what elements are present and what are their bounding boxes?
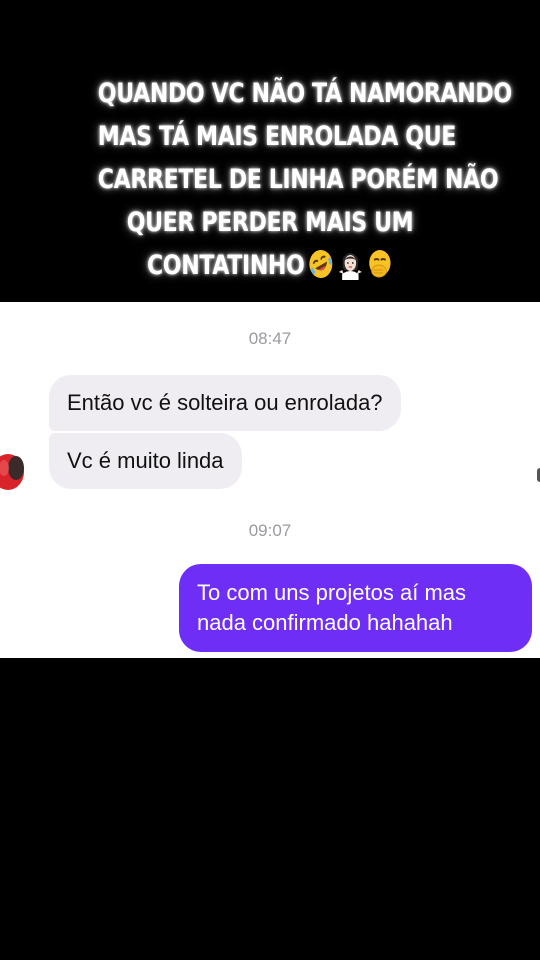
- caption-line: QUANDO VC NÃO TÁ NAMORANDO: [97, 78, 512, 109]
- caption-line: CARRETEL DE LINHA PORÉM NÃO: [97, 164, 499, 195]
- message-timestamp: 09:07: [248, 521, 292, 540]
- sender-avatar[interactable]: [0, 448, 30, 492]
- story-frame: QUANDO VC NÃO TÁ NAMORANDO MAS TÁ MAIS E…: [0, 0, 540, 960]
- caption-line-last: CONTATINHO: [98, 244, 442, 287]
- incoming-message-bubble[interactable]: Vc é muito linda: [49, 433, 242, 489]
- incoming-message-bubble[interactable]: Então vc é solteira ou enrolada?: [49, 375, 401, 431]
- face-with-hand-over-mouth-emoji: [369, 249, 391, 277]
- rolling-on-floor-laughing-emoji: [309, 249, 333, 278]
- caption-line: MAS TÁ MAIS ENROLADA QUE: [97, 121, 457, 152]
- outgoing-message-bubble[interactable]: To com uns projetos aí mas nada confirma…: [179, 564, 532, 652]
- caption-line: QUER PERDER MAIS UM: [126, 207, 414, 238]
- story-caption: QUANDO VC NÃO TÁ NAMORANDO MAS TÁ MAIS E…: [97, 72, 512, 287]
- caption-line-text: CONTATINHO: [146, 250, 305, 281]
- person-shrugging-emoji: [338, 252, 362, 280]
- message-timestamp: 08:47: [248, 329, 292, 348]
- chat-screenshot: 08:47 Então vc é solteira ou enrolada? V…: [0, 302, 540, 658]
